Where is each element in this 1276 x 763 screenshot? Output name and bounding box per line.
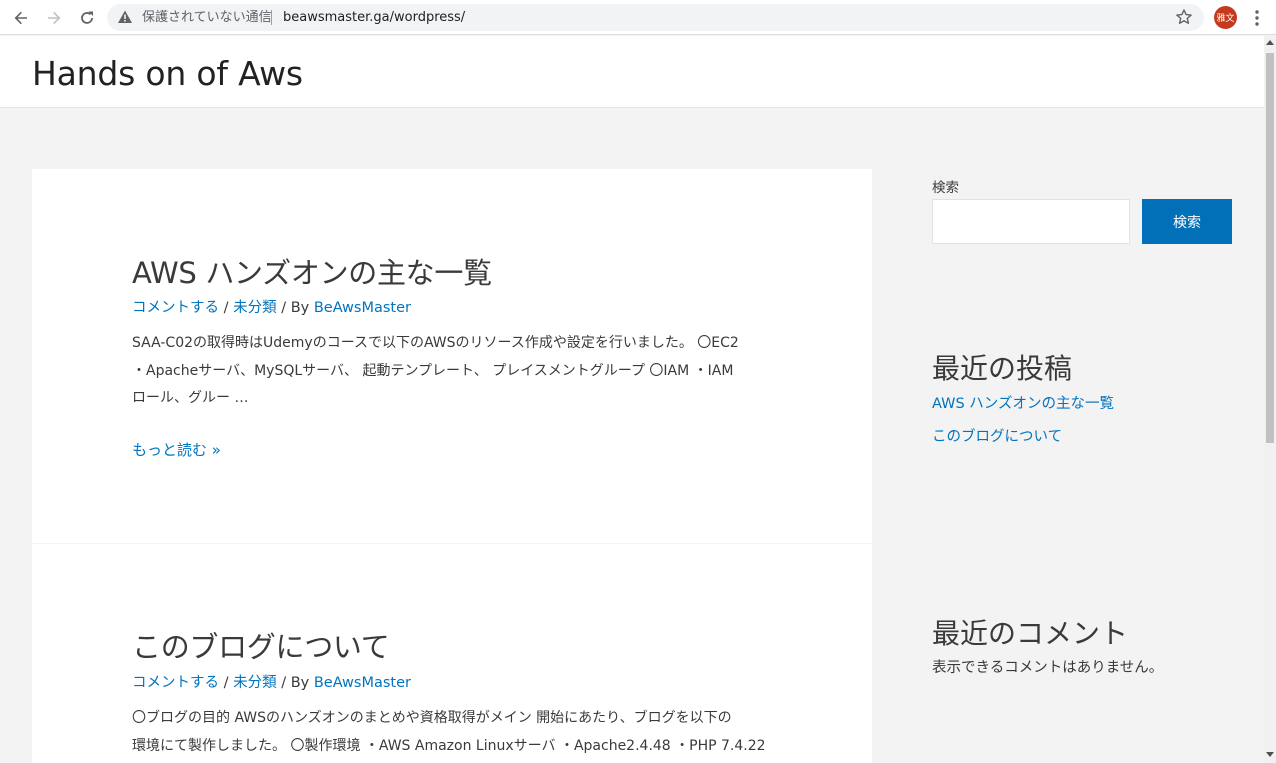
- post-card: このブログについて コメントする / 未分類 / By BeAwsMaster …: [32, 544, 872, 763]
- scroll-down-icon[interactable]: [1266, 752, 1274, 757]
- no-comments-text: 表示できるコメントはありません。: [932, 660, 1164, 676]
- meta-by: / By: [276, 300, 314, 316]
- recent-post-link[interactable]: AWS ハンズオンの主な一覧: [932, 392, 1114, 413]
- read-more-link[interactable]: もっと読む »: [132, 439, 221, 460]
- comment-link[interactable]: コメントする: [132, 300, 219, 316]
- post-card: AWS ハンズオンの主な一覧 コメントする / 未分類 / By BeAwsMa…: [32, 169, 872, 543]
- forward-arrow-icon[interactable]: [42, 6, 66, 30]
- recent-comments-heading: 最近のコメント: [932, 617, 1129, 650]
- search-button[interactable]: 検索: [1142, 199, 1232, 244]
- star-icon[interactable]: [1175, 8, 1193, 26]
- vertical-scrollbar[interactable]: [1264, 36, 1276, 763]
- excerpt-line: 〇ブログの目的 AWSのハンズオンのまとめや資格取得がメイン 開始にあたり、ブロ…: [132, 710, 732, 726]
- author-link[interactable]: BeAwsMaster: [314, 675, 411, 691]
- search-input[interactable]: [932, 199, 1130, 244]
- excerpt-line: ・Apacheサーバ、MySQLサーバ、 起動テンプレート、 プレイスメントグル…: [132, 362, 734, 379]
- category-link[interactable]: 未分類: [233, 300, 277, 316]
- back-arrow-icon[interactable]: [9, 6, 33, 30]
- recent-post-link[interactable]: このブログについて: [932, 425, 1062, 446]
- meta-separator: /: [219, 675, 234, 691]
- site-title[interactable]: Hands on of Aws: [32, 54, 303, 93]
- post-meta: コメントする / 未分類 / By BeAwsMaster: [132, 296, 411, 317]
- post-meta: コメントする / 未分類 / By BeAwsMaster: [132, 671, 411, 692]
- meta-separator: /: [219, 300, 234, 316]
- scrollbar-thumb[interactable]: [1266, 53, 1274, 443]
- comment-link[interactable]: コメントする: [132, 675, 219, 691]
- kebab-menu-icon[interactable]: [1251, 7, 1263, 29]
- profile-avatar[interactable]: 雅文: [1214, 6, 1237, 29]
- post-excerpt: SAA-C02の取得時はUdemyのコースで以下のAWSのリソース作成や設定を行…: [132, 330, 782, 413]
- url-text[interactable]: beawsmaster.ga/wordpress/: [283, 9, 465, 26]
- excerpt-line: SAA-C02の取得時はUdemyのコースで以下のAWSのリソース作成や設定を行…: [132, 335, 739, 351]
- recent-posts-heading: 最近の投稿: [932, 352, 1073, 385]
- post-title[interactable]: AWS ハンズオンの主な一覧: [132, 250, 492, 292]
- browser-toolbar: 保護されていない通信 beawsmaster.ga/wordpress/ 雅文: [0, 0, 1276, 35]
- scroll-up-icon[interactable]: [1266, 40, 1274, 45]
- author-link[interactable]: BeAwsMaster: [314, 300, 411, 316]
- reload-icon[interactable]: [75, 6, 99, 30]
- omnibox-divider: [271, 10, 272, 25]
- category-link[interactable]: 未分類: [233, 675, 277, 691]
- excerpt-line: 環境にて製作しました。 〇製作環境 ・AWS Amazon Linuxサーバ ・…: [132, 737, 766, 754]
- post-excerpt: 〇ブログの目的 AWSのハンズオンのまとめや資格取得がメイン 開始にあたり、ブロ…: [132, 705, 782, 760]
- meta-by: / By: [276, 675, 314, 691]
- site-header: Hands on of Aws: [0, 36, 1264, 108]
- post-title[interactable]: このブログについて: [132, 624, 390, 666]
- excerpt-line: ロール、グルー …: [132, 390, 249, 406]
- address-bar[interactable]: 保護されていない通信 beawsmaster.ga/wordpress/: [107, 4, 1204, 31]
- security-status[interactable]: 保護されていない通信: [142, 9, 272, 26]
- search-label: 検索: [932, 180, 959, 196]
- warning-icon[interactable]: [117, 9, 133, 25]
